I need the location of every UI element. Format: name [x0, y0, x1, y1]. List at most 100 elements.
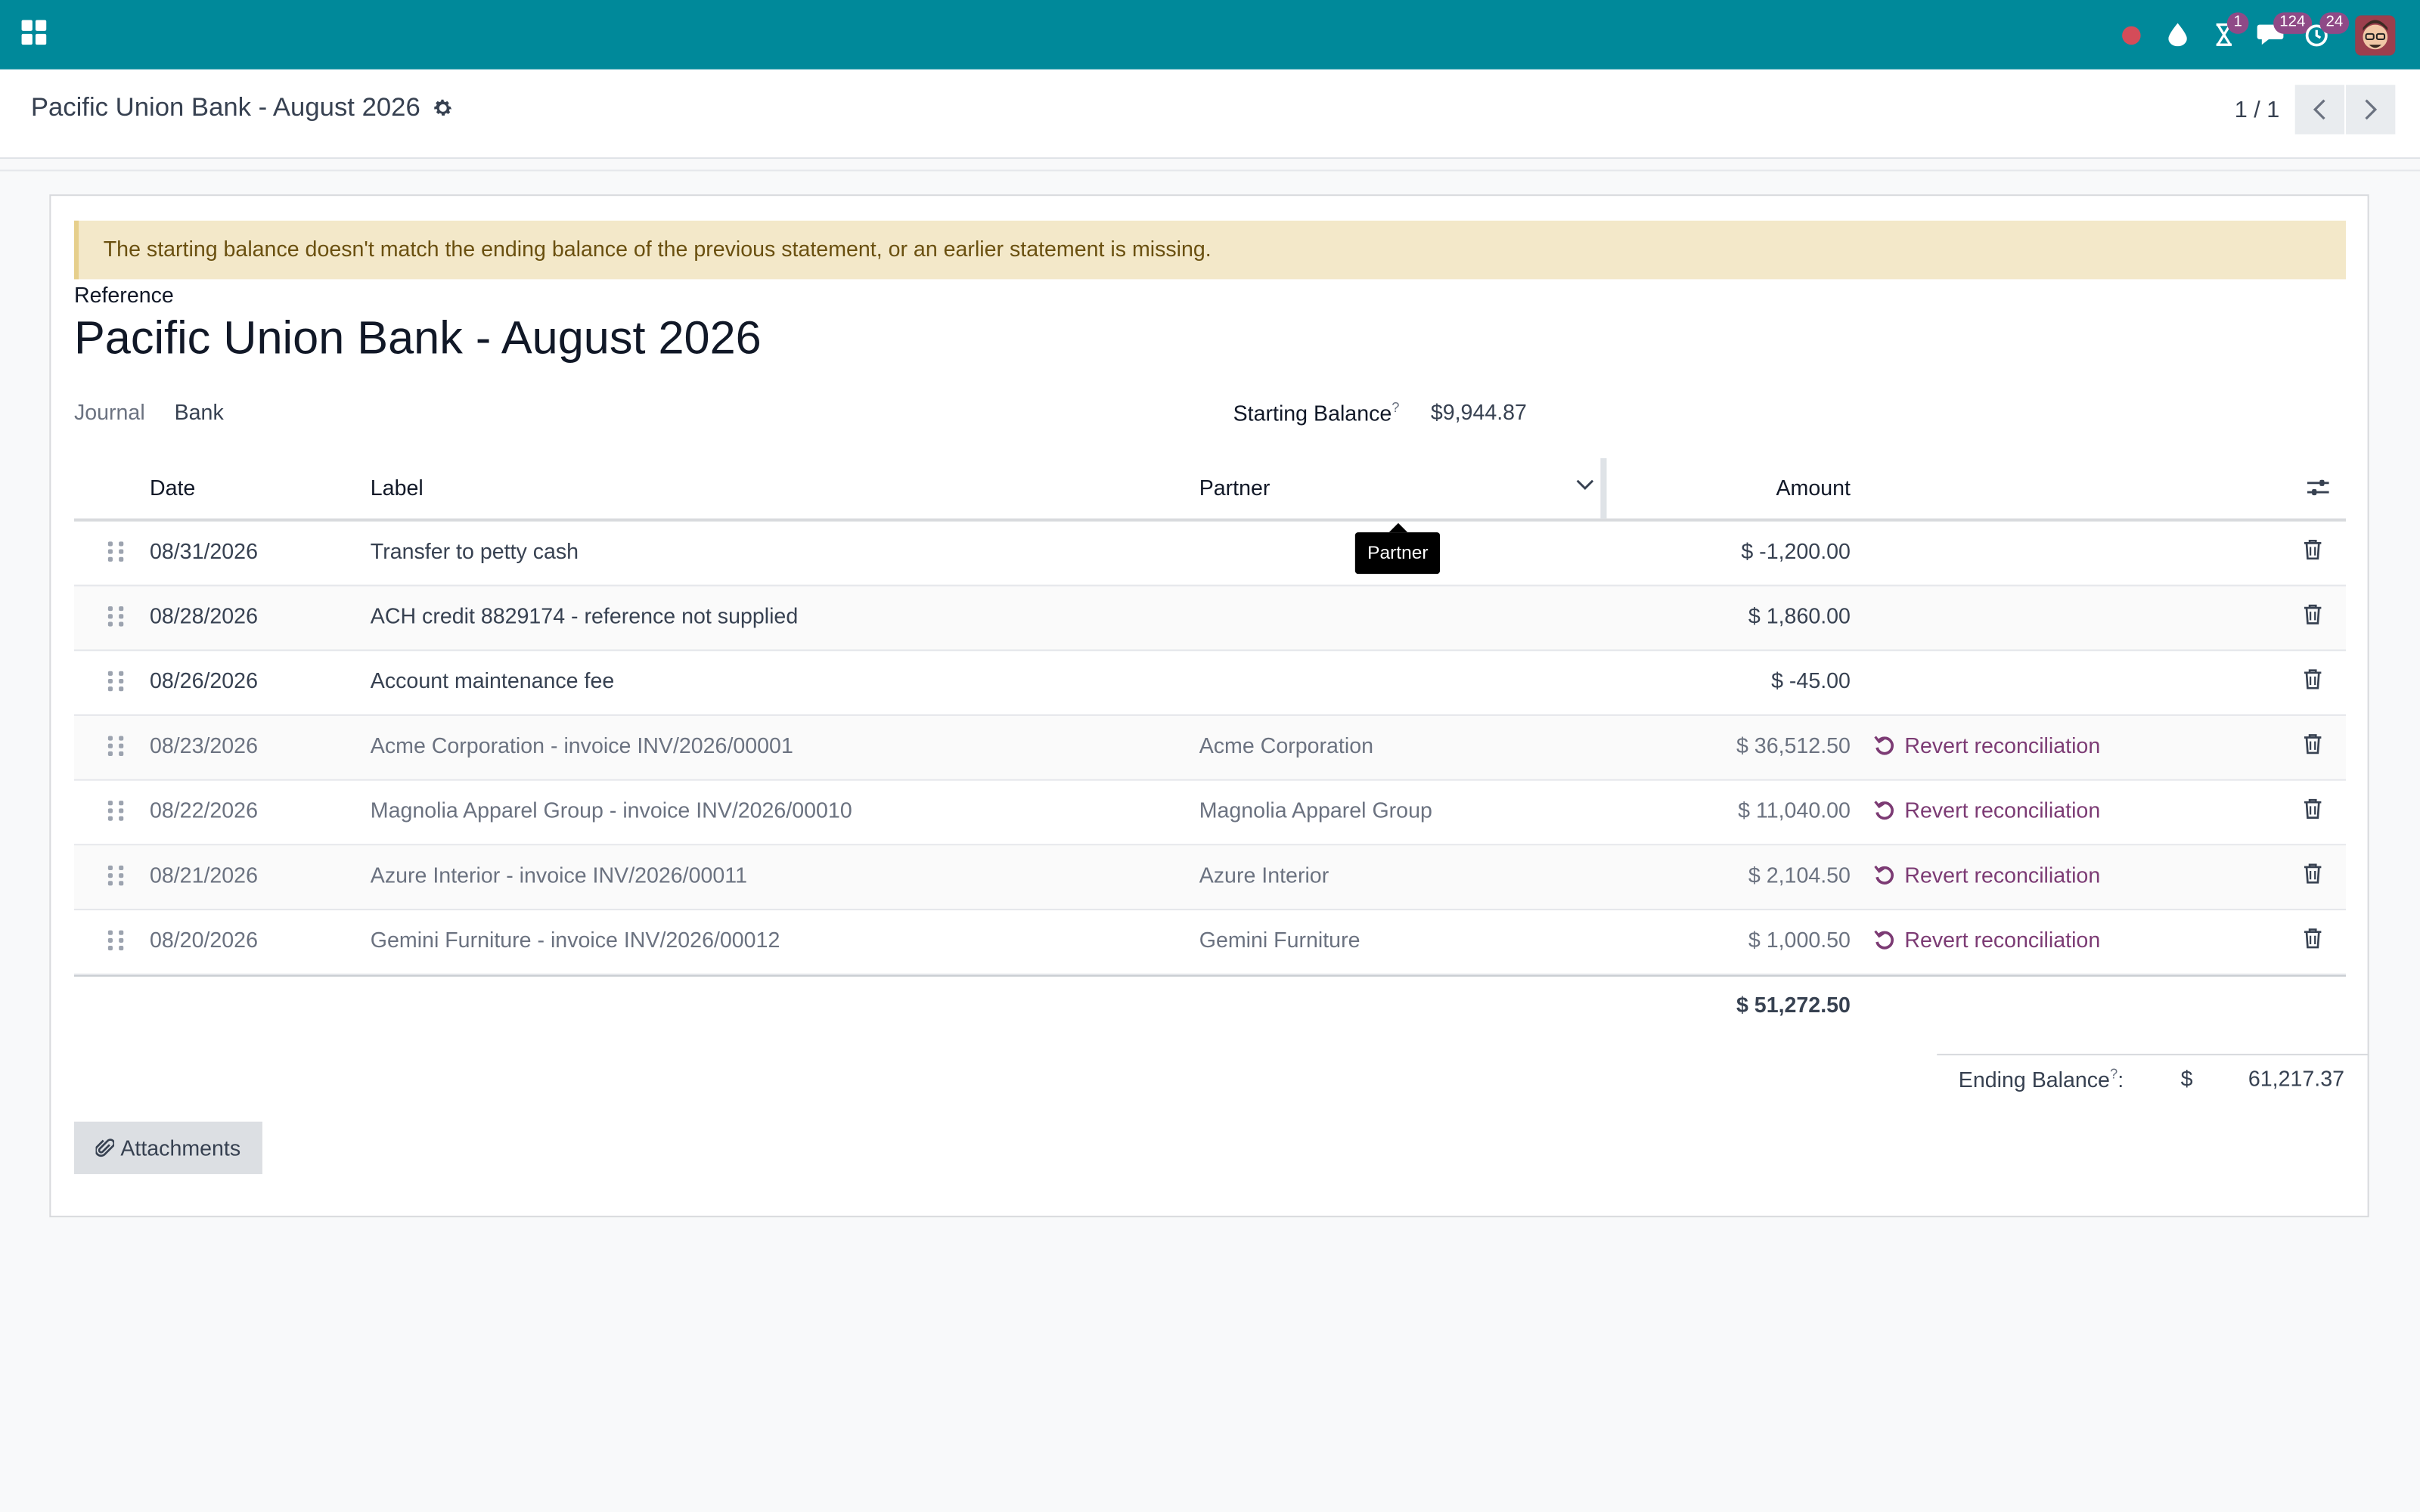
- revert-reconciliation-button[interactable]: Revert reconciliation: [1874, 928, 2100, 952]
- table-row[interactable]: 08/26/2026 Account maintenance fee $ -45…: [73, 651, 2347, 716]
- chat-icon[interactable]: 124: [2247, 0, 2312, 70]
- droplet-icon[interactable]: [2155, 0, 2201, 70]
- revert-reconciliation-button[interactable]: Revert reconciliation: [1874, 733, 2101, 758]
- attachments-button[interactable]: Attachments: [73, 1121, 262, 1175]
- cell-date[interactable]: 08/21/2026: [150, 863, 258, 888]
- cell-amount[interactable]: $ 2,104.50: [1748, 863, 1851, 888]
- table-row[interactable]: 08/23/2026 Acme Corporation - invoice IN…: [73, 715, 2347, 781]
- cell-amount[interactable]: $ 1,860.00: [1748, 603, 1851, 628]
- trash-icon[interactable]: [2303, 668, 2323, 690]
- cell-date[interactable]: 08/20/2026: [150, 928, 258, 953]
- balance-warning-alert: The starting balance doesn't match the e…: [73, 220, 2347, 280]
- optional-columns-icon[interactable]: [2306, 476, 2331, 500]
- cell-partner[interactable]: Azure Interior: [1199, 863, 1329, 888]
- top-navbar: 1 124 24: [0, 0, 2420, 70]
- cell-date[interactable]: 08/28/2026: [150, 603, 258, 628]
- pager-next-button[interactable]: [2346, 85, 2396, 135]
- cell-partner[interactable]: Gemini Furniture: [1199, 928, 1360, 953]
- drag-handle-icon[interactable]: [107, 606, 124, 628]
- trash-icon[interactable]: [2303, 603, 2323, 625]
- cell-amount[interactable]: $ -1,200.00: [1741, 538, 1851, 563]
- cell-amount[interactable]: $ 11,040.00: [1738, 798, 1851, 823]
- statement-lines-table: Date Label Partner Amount 08/31/2026 Tra…: [73, 458, 2347, 1033]
- breadcrumb-current: Pacific Union Bank - August 2026: [30, 92, 420, 122]
- undo-icon: [1874, 865, 1894, 885]
- cell-label[interactable]: ACH credit 8829174 - reference not suppl…: [371, 603, 798, 628]
- column-header-date[interactable]: Date: [150, 476, 195, 500]
- cell-label[interactable]: Account maintenance fee: [371, 668, 614, 693]
- drag-handle-icon[interactable]: [107, 736, 124, 758]
- cell-date[interactable]: 08/31/2026: [150, 538, 258, 563]
- ending-balance-group: Ending Balance?: $ 61,217.37: [1937, 1053, 2369, 1100]
- drag-handle-icon[interactable]: [107, 930, 124, 953]
- table-row[interactable]: 08/20/2026 Gemini Furniture - invoice IN…: [73, 910, 2347, 975]
- cell-label[interactable]: Magnolia Apparel Group - invoice INV/202…: [371, 798, 852, 823]
- cell-amount[interactable]: $ 1,000.50: [1748, 928, 1851, 953]
- cell-date[interactable]: 08/26/2026: [150, 668, 258, 693]
- ending-balance-colon: :: [2118, 1067, 2124, 1092]
- revert-reconciliation-button[interactable]: Revert reconciliation: [1874, 798, 2101, 823]
- attachments-label: Attachments: [120, 1136, 241, 1160]
- journal-field[interactable]: Bank: [175, 400, 224, 425]
- drag-handle-icon[interactable]: [107, 671, 124, 693]
- pager: 1 / 1: [2235, 85, 2396, 135]
- table-row[interactable]: 08/31/2026 Transfer to petty cash $ -1,2…: [73, 522, 2347, 587]
- partner-tooltip: Partner: [1354, 522, 1441, 575]
- ending-balance-field[interactable]: 61,217.37: [2248, 1066, 2344, 1091]
- help-tooltip-icon[interactable]: ?: [1392, 400, 1399, 415]
- activity-badge: 24: [2319, 12, 2350, 34]
- statement-name-field[interactable]: Pacific Union Bank - August 2026: [74, 313, 762, 365]
- trash-icon[interactable]: [2303, 798, 2323, 820]
- user-avatar[interactable]: [2355, 14, 2396, 55]
- hourglass-icon[interactable]: 1: [2201, 0, 2249, 70]
- starting-balance-field[interactable]: $9,944.87: [1431, 400, 1527, 425]
- cell-label[interactable]: Gemini Furniture - invoice INV/2026/0001…: [371, 928, 780, 953]
- clock-activity-icon[interactable]: 24: [2294, 0, 2350, 70]
- ending-balance-label: Ending Balance?:: [1959, 1066, 2124, 1092]
- gear-icon[interactable]: [433, 98, 455, 119]
- starting-balance-label: Starting Balance?: [1233, 400, 1400, 426]
- drag-handle-icon[interactable]: [107, 865, 124, 888]
- trash-icon[interactable]: [2303, 928, 2323, 950]
- chevron-left-icon: [2313, 99, 2325, 120]
- drag-handle-icon[interactable]: [107, 801, 124, 823]
- form-sheet: The starting balance doesn't match the e…: [49, 194, 2369, 1218]
- pager-previous-button[interactable]: [2294, 85, 2344, 135]
- trash-icon[interactable]: [2303, 863, 2323, 885]
- cell-partner[interactable]: Acme Corporation: [1199, 733, 1373, 758]
- trash-icon[interactable]: [2303, 733, 2323, 754]
- starting-balance-label-text: Starting Balance: [1233, 400, 1392, 426]
- undo-icon: [1874, 801, 1894, 820]
- table-header: Date Label Partner Amount: [73, 458, 2347, 522]
- cell-label[interactable]: Transfer to petty cash: [371, 538, 579, 563]
- cell-date[interactable]: 08/22/2026: [150, 798, 258, 823]
- cell-amount[interactable]: $ -45.00: [1771, 668, 1851, 693]
- apps-grid-icon[interactable]: [21, 20, 48, 47]
- cell-date[interactable]: 08/23/2026: [150, 733, 258, 758]
- recording-dot-icon[interactable]: [2108, 0, 2155, 70]
- column-header-amount[interactable]: Amount: [1776, 476, 1850, 500]
- undo-icon: [1874, 930, 1894, 950]
- chevron-down-icon[interactable]: [1576, 476, 1594, 494]
- column-resize-handle[interactable]: [1600, 458, 1607, 519]
- cell-label[interactable]: Acme Corporation - invoice INV/2026/0000…: [371, 733, 793, 758]
- pager-value[interactable]: 1 / 1: [2235, 97, 2280, 123]
- table-row[interactable]: 08/28/2026 ACH credit 8829174 - referenc…: [73, 586, 2347, 652]
- revert-reconciliation-button[interactable]: Revert reconciliation: [1874, 862, 2101, 888]
- column-header-partner[interactable]: Partner: [1199, 476, 1270, 500]
- table-row[interactable]: 08/22/2026 Magnolia Apparel Group - invo…: [73, 781, 2347, 846]
- cell-amount[interactable]: $ 36,512.50: [1736, 733, 1851, 758]
- revert-reconciliation-label: Revert reconciliation: [1904, 862, 2101, 888]
- drag-handle-icon[interactable]: [107, 541, 124, 563]
- revert-reconciliation-label: Revert reconciliation: [1904, 798, 2101, 823]
- table-row[interactable]: 08/21/2026 Azure Interior - invoice INV/…: [73, 845, 2347, 911]
- amount-total: $ 51,272.50: [1736, 992, 1851, 1017]
- column-header-label[interactable]: Label: [371, 476, 424, 500]
- cell-partner[interactable]: Magnolia Apparel Group: [1199, 798, 1432, 823]
- journal-label: Journal: [73, 399, 145, 425]
- revert-reconciliation-label: Revert reconciliation: [1904, 733, 2101, 758]
- ending-balance-currency: $: [2180, 1066, 2193, 1091]
- trash-icon[interactable]: [2303, 538, 2323, 560]
- cell-label[interactable]: Azure Interior - invoice INV/2026/00011: [371, 863, 747, 888]
- help-tooltip-icon[interactable]: ?: [2110, 1066, 2118, 1081]
